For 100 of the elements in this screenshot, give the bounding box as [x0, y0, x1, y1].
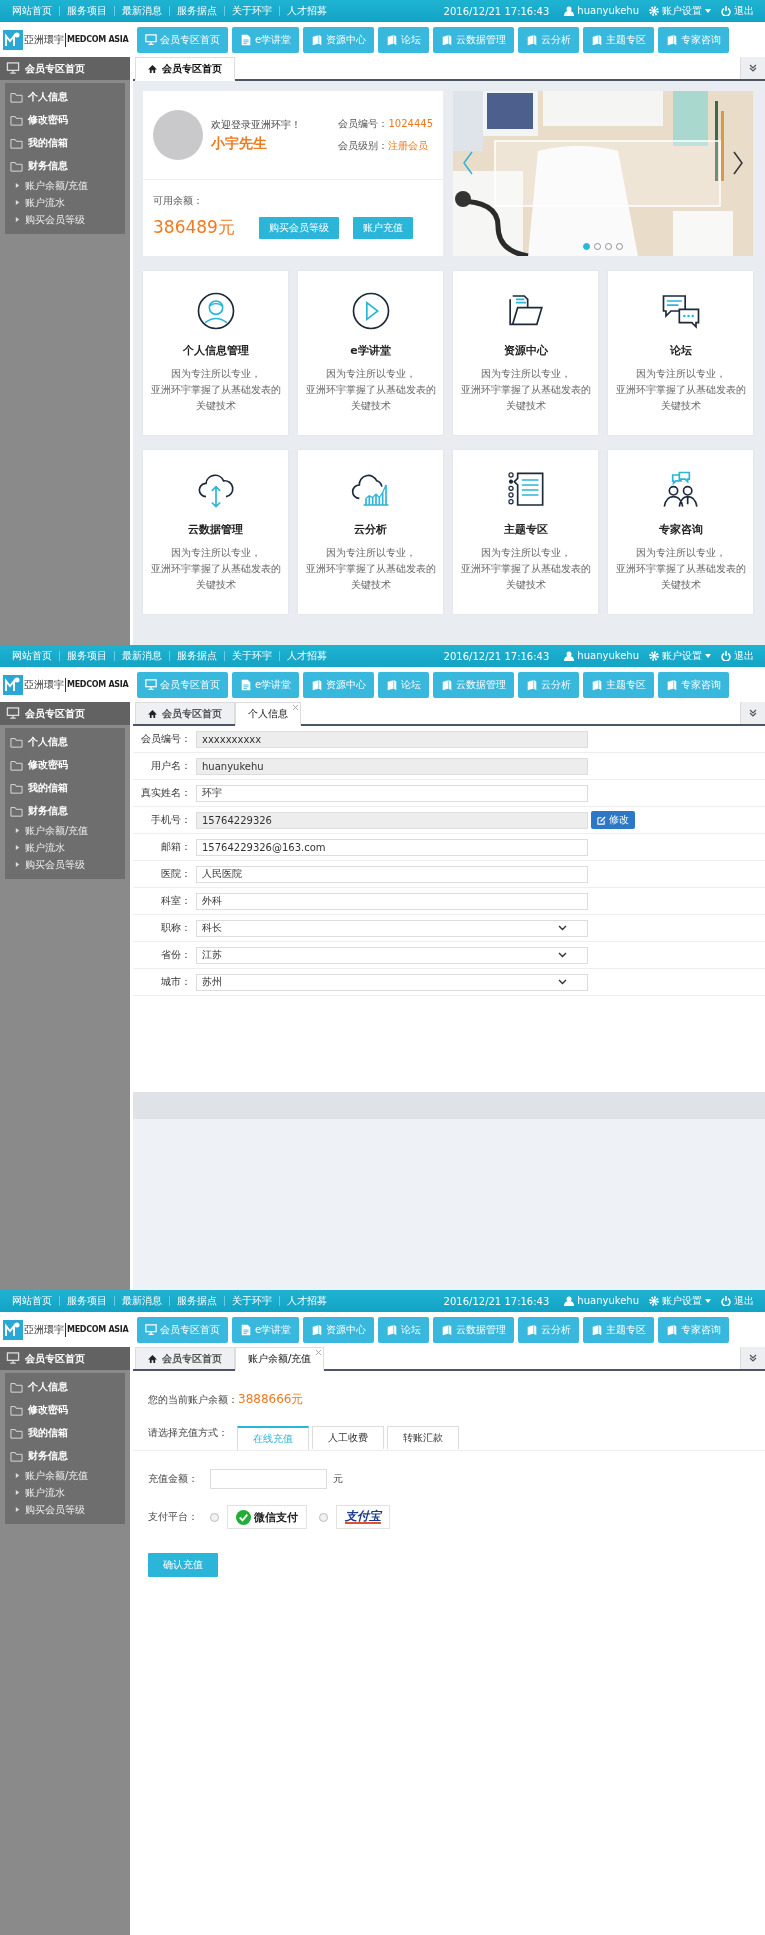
feature-card[interactable]: 云数据管理 因为专注所以专业， 亚洲环宇掌握了从基础发表的关键技术	[143, 450, 288, 614]
input-field[interactable]: 外科	[196, 892, 588, 910]
nav-button[interactable]: 会员专区首页	[137, 26, 228, 53]
carousel-dot[interactable]	[605, 243, 612, 250]
carousel-dot[interactable]	[616, 243, 623, 250]
top-link[interactable]: 服务项目	[59, 1296, 114, 1306]
nav-button[interactable]: 云数据管理	[433, 671, 515, 698]
sidebar-subitem[interactable]: 购买会员等级	[5, 856, 125, 873]
nav-button[interactable]: 专家咨询	[658, 26, 730, 53]
nav-button[interactable]: 资源中心	[303, 671, 375, 698]
tab[interactable]: 账户余额/充值	[235, 1347, 325, 1371]
top-link[interactable]: 服务项目	[59, 6, 114, 16]
sidebar-header[interactable]: 会员专区首页	[0, 702, 130, 725]
top-link[interactable]: 人才招募	[279, 6, 334, 16]
top-link[interactable]: 网站首页	[12, 1296, 59, 1306]
tab[interactable]: 个人信息	[235, 702, 301, 726]
nav-button[interactable]: e学讲堂	[232, 1316, 300, 1343]
radio-button[interactable]	[210, 1512, 219, 1522]
select-field[interactable]: 苏州	[196, 973, 588, 991]
settings-menu[interactable]: 账户设置	[646, 651, 714, 661]
sidebar-subitem[interactable]: 账户余额/充值	[5, 822, 125, 839]
sidebar-item[interactable]: 修改密码	[5, 1398, 125, 1421]
feature-card[interactable]: 个人信息管理 因为专注所以专业， 亚洲环宇掌握了从基础发表的关键技术	[143, 271, 288, 435]
sidebar-item[interactable]: 我的信箱	[5, 131, 125, 154]
sidebar-item[interactable]: 个人信息	[5, 85, 125, 108]
top-link[interactable]: 服务据点	[169, 651, 224, 661]
logout-link[interactable]: 退出	[718, 1296, 757, 1306]
tab[interactable]: 会员专区首页	[135, 57, 235, 81]
feature-card[interactable]: e学讲堂 因为专注所以专业， 亚洲环宇掌握了从基础发表的关键技术	[298, 271, 443, 435]
logout-link[interactable]: 退出	[718, 651, 757, 661]
top-link[interactable]: 服务据点	[169, 1296, 224, 1306]
top-link[interactable]: 网站首页	[12, 651, 59, 661]
sidebar-item[interactable]: 财务信息	[5, 799, 125, 822]
feature-card[interactable]: 资源中心 因为专注所以专业， 亚洲环宇掌握了从基础发表的关键技术	[453, 271, 598, 435]
sidebar-item[interactable]: 我的信箱	[5, 776, 125, 799]
feature-card[interactable]: 主题专区 因为专注所以专业， 亚洲环宇掌握了从基础发表的关键技术	[453, 450, 598, 614]
input-field[interactable]: 人民医院	[196, 865, 588, 883]
carousel-dot[interactable]	[583, 243, 590, 250]
collapse-button[interactable]	[740, 1347, 765, 1369]
confirm-button[interactable]: 确认充值	[148, 1553, 218, 1577]
sidebar-subitem[interactable]: 账户流水	[5, 1484, 125, 1501]
nav-button[interactable]: 资源中心	[303, 1316, 375, 1343]
settings-menu[interactable]: 账户设置	[646, 1296, 714, 1306]
top-link[interactable]: 关于环宇	[224, 651, 279, 661]
payment-option[interactable]: 支付宝	[336, 1505, 390, 1529]
feature-card[interactable]: 论坛 因为专注所以专业， 亚洲环宇掌握了从基础发表的关键技术	[608, 271, 753, 435]
select-field[interactable]: 科长	[196, 919, 588, 937]
sidebar-subitem[interactable]: 购买会员等级	[5, 1501, 125, 1518]
settings-menu[interactable]: 账户设置	[646, 6, 714, 16]
logout-link[interactable]: 退出	[718, 6, 757, 16]
sidebar-subitem[interactable]: 购买会员等级	[5, 211, 125, 228]
nav-button[interactable]: e学讲堂	[232, 671, 300, 698]
nav-button[interactable]: 主题专区	[583, 671, 655, 698]
user-link[interactable]: huanyukehu	[561, 6, 642, 16]
input-field[interactable]: 环宇	[196, 784, 588, 802]
top-link[interactable]: 网站首页	[12, 6, 59, 16]
nav-button[interactable]: e学讲堂	[232, 26, 300, 53]
radio-button[interactable]	[319, 1512, 328, 1522]
nav-button[interactable]: 云数据管理	[433, 1316, 515, 1343]
nav-button[interactable]: 主题专区	[583, 1316, 655, 1343]
nav-button[interactable]: 论坛	[378, 26, 430, 53]
top-link[interactable]: 最新消息	[114, 651, 169, 661]
action-button[interactable]: 购买会员等级	[258, 216, 339, 239]
method-tab[interactable]: 转账汇款	[387, 1426, 459, 1449]
sidebar-item[interactable]: 个人信息	[5, 730, 125, 753]
sidebar-item[interactable]: 修改密码	[5, 753, 125, 776]
method-tab[interactable]: 人工收费	[312, 1426, 384, 1449]
sidebar-subitem[interactable]: 账户流水	[5, 839, 125, 856]
tab[interactable]: 会员专区首页	[135, 1347, 235, 1369]
nav-button[interactable]: 云分析	[518, 671, 580, 698]
select-field[interactable]: 江苏	[196, 946, 588, 964]
sidebar-item[interactable]: 个人信息	[5, 1375, 125, 1398]
sidebar-subitem[interactable]: 账户余额/充值	[5, 177, 125, 194]
tab[interactable]: 会员专区首页	[135, 702, 235, 724]
feature-card[interactable]: 专家咨询 因为专注所以专业， 亚洲环宇掌握了从基础发表的关键技术	[608, 450, 753, 614]
top-link[interactable]: 最新消息	[114, 1296, 169, 1306]
nav-button[interactable]: 论坛	[378, 1316, 430, 1343]
sidebar-item[interactable]: 财务信息	[5, 1444, 125, 1467]
top-link[interactable]: 人才招募	[279, 1296, 334, 1306]
collapse-button[interactable]	[740, 702, 765, 724]
user-link[interactable]: huanyukehu	[561, 651, 642, 661]
top-link[interactable]: 服务项目	[59, 651, 114, 661]
nav-button[interactable]: 云分析	[518, 1316, 580, 1343]
top-link[interactable]: 最新消息	[114, 6, 169, 16]
sidebar-subitem[interactable]: 账户流水	[5, 194, 125, 211]
action-button[interactable]: 账户充值	[352, 216, 413, 239]
collapse-button[interactable]	[740, 57, 765, 79]
sidebar-header[interactable]: 会员专区首页	[0, 57, 130, 80]
nav-button[interactable]: 会员专区首页	[137, 1316, 228, 1343]
nav-button[interactable]: 云数据管理	[433, 26, 515, 53]
carousel-dot[interactable]	[594, 243, 601, 250]
sidebar-item[interactable]: 财务信息	[5, 154, 125, 177]
payment-option[interactable]: 微信支付	[227, 1505, 307, 1529]
amount-field[interactable]	[210, 1469, 327, 1489]
input-field[interactable]: 15764229326@163.com	[196, 838, 588, 856]
top-link[interactable]: 人才招募	[279, 651, 334, 661]
nav-button[interactable]: 论坛	[378, 671, 430, 698]
top-link[interactable]: 服务据点	[169, 6, 224, 16]
method-tab[interactable]: 在线充值	[237, 1426, 309, 1450]
sidebar-item[interactable]: 我的信箱	[5, 1421, 125, 1444]
